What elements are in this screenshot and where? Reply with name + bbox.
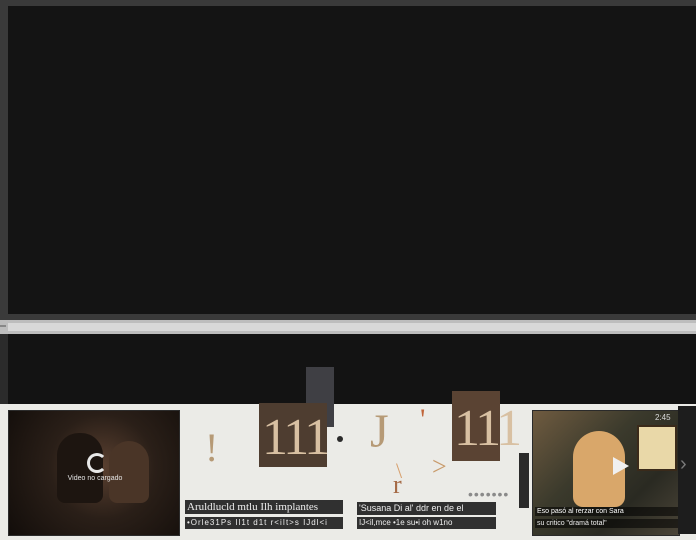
pagination-dots[interactable]: ••••••• xyxy=(468,486,509,502)
progress-handle[interactable] xyxy=(0,325,6,327)
artifact-dot xyxy=(337,436,343,442)
artifact-glyph: 111 xyxy=(454,400,522,457)
artifact-glyph: > xyxy=(432,452,447,481)
artifact-glyph: ' xyxy=(420,403,426,436)
artifact-glyph: J xyxy=(370,405,389,458)
reload-icon[interactable] xyxy=(87,453,107,473)
artifact-glyph: 111 xyxy=(262,409,330,466)
artifact-glyph: r xyxy=(393,470,402,499)
artifact-glyph: ! xyxy=(205,425,219,470)
progress-bar[interactable] xyxy=(8,323,696,331)
video-screen[interactable] xyxy=(8,6,696,314)
related-video-title[interactable]: Eso pasó al rerzar con Sara xyxy=(535,507,681,516)
artifact-block xyxy=(519,453,529,508)
related-video-title[interactable]: 'Susana Di al' ddr en de el xyxy=(357,502,496,515)
chevron-right-icon[interactable]: › xyxy=(680,454,687,474)
thumb-figure xyxy=(109,441,149,503)
thumb-caption: Video no cargado xyxy=(67,475,123,482)
video-duration: 2:45 xyxy=(655,413,671,422)
related-video-meta: •Orle31Ps Il1t d1t r<iIt>s IJdl<i xyxy=(185,517,343,529)
related-video-meta: su critico "dramá total" xyxy=(535,519,681,528)
play-icon[interactable] xyxy=(613,457,629,475)
related-video-title[interactable]: Aruldlucld mtlu Ilh implantes xyxy=(185,500,343,514)
related-video-thumb-left[interactable]: Video no cargado xyxy=(8,410,180,536)
thumb-window xyxy=(637,425,677,471)
related-video-thumb-right[interactable]: 2:45 Eso pasó al rerzar con Sara su crit… xyxy=(532,410,681,536)
related-video-meta: IJ<il,mce •1e su•i oh w1no xyxy=(357,517,496,529)
